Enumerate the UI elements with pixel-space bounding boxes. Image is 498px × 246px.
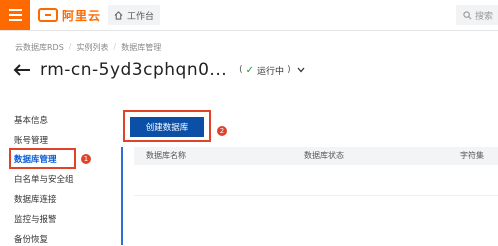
chevron-down-icon[interactable]	[297, 67, 305, 73]
step-badge-1: 1	[81, 154, 91, 164]
sidebar-item-monitoring[interactable]: 监控与报警	[14, 213, 57, 225]
sidebar-item-whitelist[interactable]: 白名单与安全组	[14, 173, 74, 185]
main-content: 云数据库RDS / 实例列表 / 数据库管理 rm-cn-5yd3cphqn0.…	[0, 31, 498, 246]
step-badge-2: 2	[217, 126, 227, 136]
database-table-body	[134, 165, 498, 196]
breadcrumb-item-rds[interactable]: 云数据库RDS	[15, 42, 64, 53]
panel-divider	[121, 147, 123, 245]
page-header: rm-cn-5yd3cphqn0... ( ✓ 运行中 )	[12, 60, 305, 80]
check-icon: ✓	[245, 64, 255, 76]
create-database-button[interactable]: 创建数据库	[130, 117, 204, 137]
logo-text: 阿里云	[62, 8, 102, 23]
breadcrumb-item-db-management: 数据库管理	[121, 43, 162, 52]
sidebar-item-backup[interactable]: 备份恢复	[14, 233, 48, 245]
sidebar-item-db-connection[interactable]: 数据库连接	[14, 193, 57, 205]
column-db-status: 数据库状态	[304, 151, 344, 160]
aliyun-logo-mark	[38, 8, 58, 22]
breadcrumb: 云数据库RDS / 实例列表 / 数据库管理	[15, 42, 161, 53]
menu-icon[interactable]	[0, 0, 30, 30]
database-table-header: 数据库名称 数据库状态 字符集	[134, 147, 498, 165]
breadcrumb-separator: /	[68, 42, 72, 51]
column-charset: 字符集	[460, 151, 484, 160]
search-placeholder: 搜索	[475, 11, 494, 22]
home-icon	[114, 10, 123, 20]
workbench-label: 工作台	[126, 11, 154, 22]
status-badge: ( ✓ 运行中 )	[239, 64, 305, 77]
highlight-box-sidebar	[9, 148, 76, 169]
breadcrumb-item-instance-list[interactable]: 实例列表	[77, 42, 109, 53]
breadcrumb-separator: /	[113, 42, 117, 51]
back-arrow-icon[interactable]	[12, 62, 32, 78]
search-icon	[463, 10, 472, 19]
sidebar-item-accounts[interactable]: 账号管理	[14, 134, 48, 146]
search-input[interactable]: 搜索	[456, 5, 498, 25]
sidebar-item-basic-info[interactable]: 基本信息	[14, 114, 48, 126]
column-db-name: 数据库名称	[146, 151, 186, 160]
status-label: 运行中	[257, 66, 285, 77]
workbench-button[interactable]: 工作台	[108, 5, 160, 25]
page-title: rm-cn-5yd3cphqn0...	[40, 60, 228, 80]
aliyun-logo[interactable]: 阿里云	[38, 7, 101, 23]
top-navigation-bar: 阿里云 工作台 搜索	[0, 0, 498, 31]
